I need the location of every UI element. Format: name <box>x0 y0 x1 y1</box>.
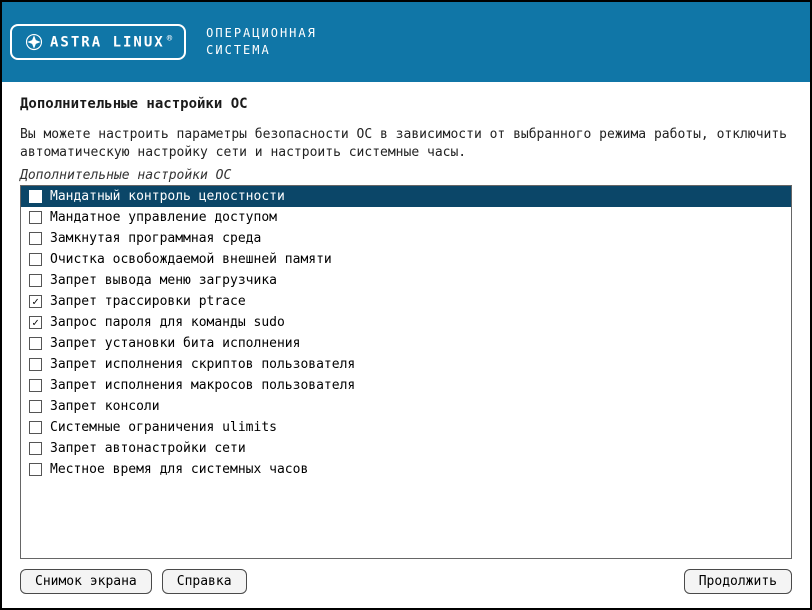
help-button[interactable]: Справка <box>162 569 247 594</box>
checkbox-icon[interactable] <box>29 463 42 476</box>
list-item[interactable]: Запрет автонастройки сети <box>21 438 791 459</box>
checkbox-icon[interactable] <box>29 316 42 329</box>
checkbox-icon[interactable] <box>29 274 42 287</box>
checkbox-icon[interactable] <box>29 379 42 392</box>
list-item[interactable]: Замкнутая программная среда <box>21 228 791 249</box>
list-item[interactable]: Запрет трассировки ptrace <box>21 291 791 312</box>
list-item-label: Системные ограничения ulimits <box>50 420 277 435</box>
list-item[interactable]: Мандатное управление доступом <box>21 207 791 228</box>
list-item-label: Запрос пароля для команды sudo <box>50 315 285 330</box>
logo: ASTRA LINUX® <box>10 24 186 60</box>
checkbox-icon[interactable] <box>29 211 42 224</box>
list-item[interactable]: Запрет установки бита исполнения <box>21 333 791 354</box>
checkbox-icon[interactable] <box>29 190 42 203</box>
page-description: Вы можете настроить параметры безопаснос… <box>20 126 792 162</box>
footer: Снимок экрана Справка Продолжить <box>2 569 810 608</box>
list-item[interactable]: Запрет вывода меню загрузчика <box>21 270 791 291</box>
list-item-label: Очистка освобождаемой внешней памяти <box>50 252 332 267</box>
list-item-label: Запрет вывода меню загрузчика <box>50 273 277 288</box>
list-item[interactable]: Местное время для системных часов <box>21 459 791 480</box>
list-item-label: Запрет установки бита исполнения <box>50 336 300 351</box>
list-item[interactable]: Запрет исполнения макросов пользователя <box>21 375 791 396</box>
checkbox-icon[interactable] <box>29 337 42 350</box>
list-item[interactable]: Запрет консоли <box>21 396 791 417</box>
list-item-label: Замкнутая программная среда <box>50 231 261 246</box>
list-item-label: Запрет трассировки ptrace <box>50 294 246 309</box>
checkbox-icon[interactable] <box>29 253 42 266</box>
checkbox-icon[interactable] <box>29 232 42 245</box>
list-item-label: Мандатный контроль целостности <box>50 189 285 204</box>
logo-text: ASTRA LINUX® <box>50 34 172 50</box>
main-content: Дополнительные настройки ОС Вы можете на… <box>2 82 810 569</box>
checkbox-icon[interactable] <box>29 400 42 413</box>
list-item[interactable]: Запрет исполнения скриптов пользователя <box>21 354 791 375</box>
header-subtitle: ОПЕРАЦИОННАЯ СИСТЕМА <box>206 25 317 59</box>
list-item[interactable]: Очистка освобождаемой внешней памяти <box>21 249 791 270</box>
checkbox-icon[interactable] <box>29 421 42 434</box>
list-item-label: Запрет исполнения скриптов пользователя <box>50 357 355 372</box>
page-title: Дополнительные настройки ОС <box>20 96 792 112</box>
checkbox-icon[interactable] <box>29 295 42 308</box>
list-item[interactable]: Системные ограничения ulimits <box>21 417 791 438</box>
list-item-label: Запрет исполнения макросов пользователя <box>50 378 355 393</box>
star-icon <box>24 32 44 52</box>
checkbox-icon[interactable] <box>29 442 42 455</box>
checkbox-icon[interactable] <box>29 358 42 371</box>
list-item[interactable]: Запрос пароля для команды sudo <box>21 312 791 333</box>
list-item[interactable]: Мандатный контроль целостности <box>21 186 791 207</box>
list-item-label: Запрет автонастройки сети <box>50 441 246 456</box>
continue-button[interactable]: Продолжить <box>684 569 792 594</box>
options-list[interactable]: Мандатный контроль целостности Мандатное … <box>20 185 792 559</box>
header: ASTRA LINUX® ОПЕРАЦИОННАЯ СИСТЕМА <box>2 2 810 82</box>
list-item-label: Местное время для системных часов <box>50 462 308 477</box>
screenshot-button[interactable]: Снимок экрана <box>20 569 152 594</box>
list-item-label: Запрет консоли <box>50 399 160 414</box>
list-item-label: Мандатное управление доступом <box>50 210 277 225</box>
group-label: Дополнительные настройки ОС <box>20 168 792 183</box>
